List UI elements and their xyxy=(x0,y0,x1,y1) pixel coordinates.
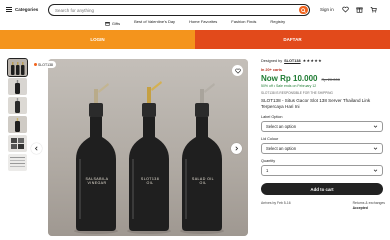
nav-item-label: Gifts xyxy=(111,21,121,26)
select-value: Select an option xyxy=(266,146,297,152)
chevron-left-icon xyxy=(34,146,38,151)
badge-dot-icon xyxy=(34,63,37,66)
search-bar[interactable] xyxy=(48,4,310,16)
favorites-heart-icon[interactable] xyxy=(341,5,350,14)
bottle-label-2: SLOT138 OIL xyxy=(140,177,160,185)
returns-label: Returns & exchanges xyxy=(352,201,385,206)
signin-link[interactable]: Sign in xyxy=(320,7,334,12)
nav-item-fashion-finds[interactable]: Fashion Finds xyxy=(231,19,256,28)
designed-by-prefix: Designed by xyxy=(261,58,283,63)
login-button[interactable]: LOGIN xyxy=(0,30,195,49)
gift-icon xyxy=(105,21,110,26)
category-nav: Gifts Best of Valentine's Day Home Favor… xyxy=(0,19,390,28)
shipping-note: SLOT138 IS RESPONSIBLE FOR THE SHIPPING xyxy=(261,91,333,95)
quantity-value: 1 xyxy=(266,168,269,174)
lid-colour-select[interactable]: Select an option xyxy=(261,143,383,155)
nav-item-registry[interactable]: Registry xyxy=(270,19,285,28)
rating-stars: ★★★★★ xyxy=(302,58,323,63)
stock-note: In 20+ carts xyxy=(261,68,283,72)
product-title: SLOT138 - Situs Gacor Slot 138 Server Th… xyxy=(261,98,371,110)
previous-image-button[interactable] xyxy=(31,143,42,154)
nav-item-gifts[interactable]: Gifts xyxy=(105,19,120,28)
chevron-down-icon xyxy=(373,125,378,129)
nav-item-home-favorites[interactable]: Home Favorites xyxy=(189,19,217,28)
register-button[interactable]: DAFTAR xyxy=(195,30,390,49)
search-button[interactable] xyxy=(299,6,308,14)
thumbnail-6[interactable] xyxy=(8,154,27,171)
search-icon xyxy=(301,7,306,13)
quantity-select[interactable]: 1 xyxy=(261,165,383,177)
label-option-label: Label Option xyxy=(261,115,283,120)
bottle-label-3: SALAD OIL OIL xyxy=(191,177,215,185)
designed-by-row: Designed by SLOT138 ★★★★★ xyxy=(261,58,385,63)
cart-icon[interactable] xyxy=(369,5,378,14)
nav-item-valentines[interactable]: Best of Valentine's Day xyxy=(134,19,175,28)
quantity-label: Quantity xyxy=(261,159,276,164)
thumbnail-strip xyxy=(7,58,28,173)
current-price: Now Rp 10.000 xyxy=(261,74,318,83)
thumbnail-1[interactable] xyxy=(7,58,28,77)
gift-icon[interactable] xyxy=(355,5,364,14)
shop-badge: SLOT138 xyxy=(31,61,56,68)
search-input[interactable] xyxy=(55,7,295,13)
next-image-button[interactable] xyxy=(231,143,242,154)
add-to-cart-button[interactable]: Add to cart xyxy=(261,183,383,196)
menu-icon xyxy=(6,7,12,12)
thumbnail-2[interactable] xyxy=(8,78,27,95)
thumbnail-4[interactable] xyxy=(8,116,27,133)
badge-label: SLOT138 xyxy=(38,62,53,67)
label-option-select[interactable]: Select an option xyxy=(261,121,383,133)
chevron-right-icon xyxy=(235,146,239,151)
shop-link[interactable]: SLOT138 xyxy=(284,59,300,63)
arrival-estimate: Arrives by Feb 5-16 xyxy=(261,201,291,206)
select-value: Select an option xyxy=(266,124,297,130)
price-row: Now Rp 10.000 Rp 20.000 xyxy=(261,74,385,83)
product-image: SALSABILA VINEGAR SLOT138 OIL SALAD OIL … xyxy=(48,59,248,236)
delivery-info: Arrives by Feb 5-16 Returns & exchanges … xyxy=(261,201,385,210)
original-price: Rp 20.000 xyxy=(321,77,340,82)
auth-bar: LOGIN DAFTAR xyxy=(0,30,390,49)
lid-colour-label: Lid Colour xyxy=(261,137,279,142)
bottle-label-1: SALSABILA VINEGAR xyxy=(85,177,109,185)
returns-value: Accepted xyxy=(352,206,368,210)
categories-button[interactable]: Categories xyxy=(6,7,38,12)
chevron-down-icon xyxy=(373,147,378,151)
chevron-down-icon xyxy=(373,169,378,173)
thumbnail-5[interactable] xyxy=(8,135,27,152)
bottles-illustration xyxy=(74,81,224,234)
returns-info: Returns & exchanges Accepted xyxy=(353,201,385,210)
heart-icon xyxy=(234,68,241,74)
categories-label: Categories xyxy=(15,7,39,12)
favorite-button[interactable] xyxy=(232,65,243,76)
discount-note: 50% off • Sale ends on February 12 xyxy=(261,84,317,88)
product-info-panel: Designed by SLOT138 ★★★★★ In 20+ carts N… xyxy=(261,58,385,211)
thumbnail-3[interactable] xyxy=(8,97,27,114)
